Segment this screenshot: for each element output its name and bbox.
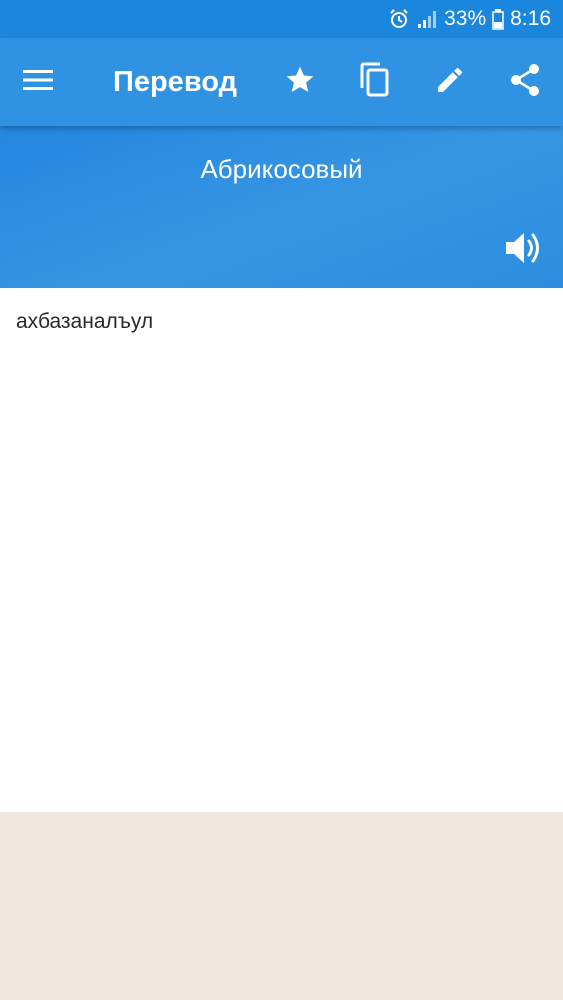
menu-button[interactable] xyxy=(12,38,64,126)
source-word: Абрикосовый xyxy=(200,154,363,184)
speaker-icon xyxy=(504,230,544,271)
status-bar: 33% 8:16 xyxy=(0,0,563,38)
status-time: 8:16 xyxy=(510,7,551,30)
alarm-icon xyxy=(388,8,410,30)
edit-icon xyxy=(434,64,466,101)
translation-text: ахбазаналъул xyxy=(16,310,154,333)
battery-percent: 33% xyxy=(444,7,487,30)
source-panel: Абрикосовый xyxy=(0,126,563,288)
star-icon xyxy=(284,64,316,101)
app-bar: Перевод xyxy=(0,38,563,126)
page-title: Перевод xyxy=(113,66,238,98)
copy-icon xyxy=(358,62,390,103)
favorite-button[interactable] xyxy=(278,38,322,126)
translation-panel: ахбазаналъул xyxy=(0,288,563,812)
bottom-area xyxy=(0,812,563,1000)
copy-button[interactable] xyxy=(352,38,396,126)
share-button[interactable] xyxy=(503,38,547,126)
edit-button[interactable] xyxy=(428,38,472,126)
signal-icon xyxy=(416,8,438,30)
speak-button[interactable] xyxy=(500,226,548,274)
battery-icon xyxy=(492,8,504,30)
menu-icon xyxy=(23,68,53,97)
share-icon xyxy=(509,63,541,102)
